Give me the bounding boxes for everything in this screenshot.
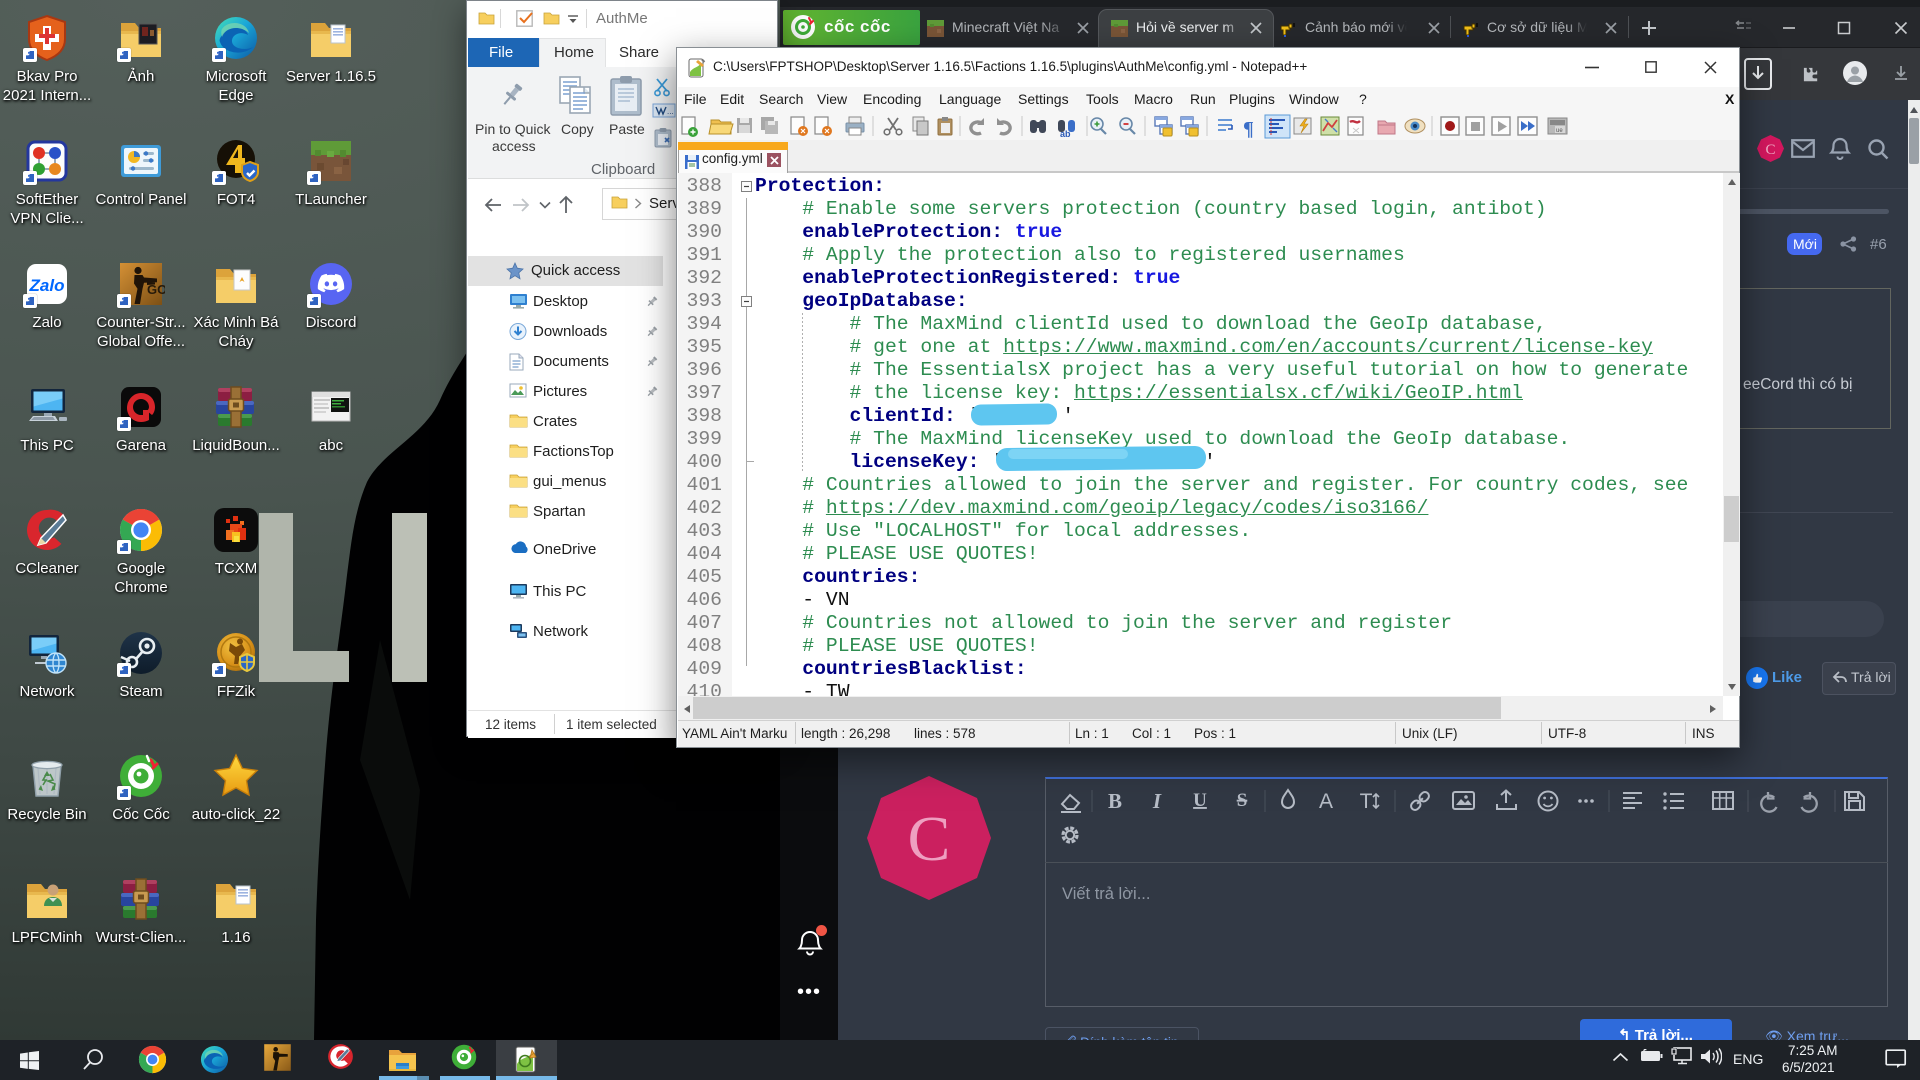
svg-text:U: U <box>1193 790 1207 811</box>
svg-text:A: A <box>1319 790 1333 813</box>
svg-text:GO: GO <box>147 282 165 297</box>
svg-text:¶: ¶ <box>1243 118 1254 140</box>
svg-text:B: B <box>1108 789 1122 813</box>
svg-text:T: T <box>1360 790 1373 813</box>
svg-text:ue: ue <box>1556 128 1563 134</box>
svg-text:C: C <box>1765 142 1775 158</box>
svg-text:ab: ab <box>1060 129 1071 139</box>
svg-text:S: S <box>1237 790 1248 811</box>
svg-text:I: I <box>1152 789 1162 813</box>
svg-text:...: ... <box>667 107 674 116</box>
svg-text:Zalo: Zalo <box>29 276 65 295</box>
